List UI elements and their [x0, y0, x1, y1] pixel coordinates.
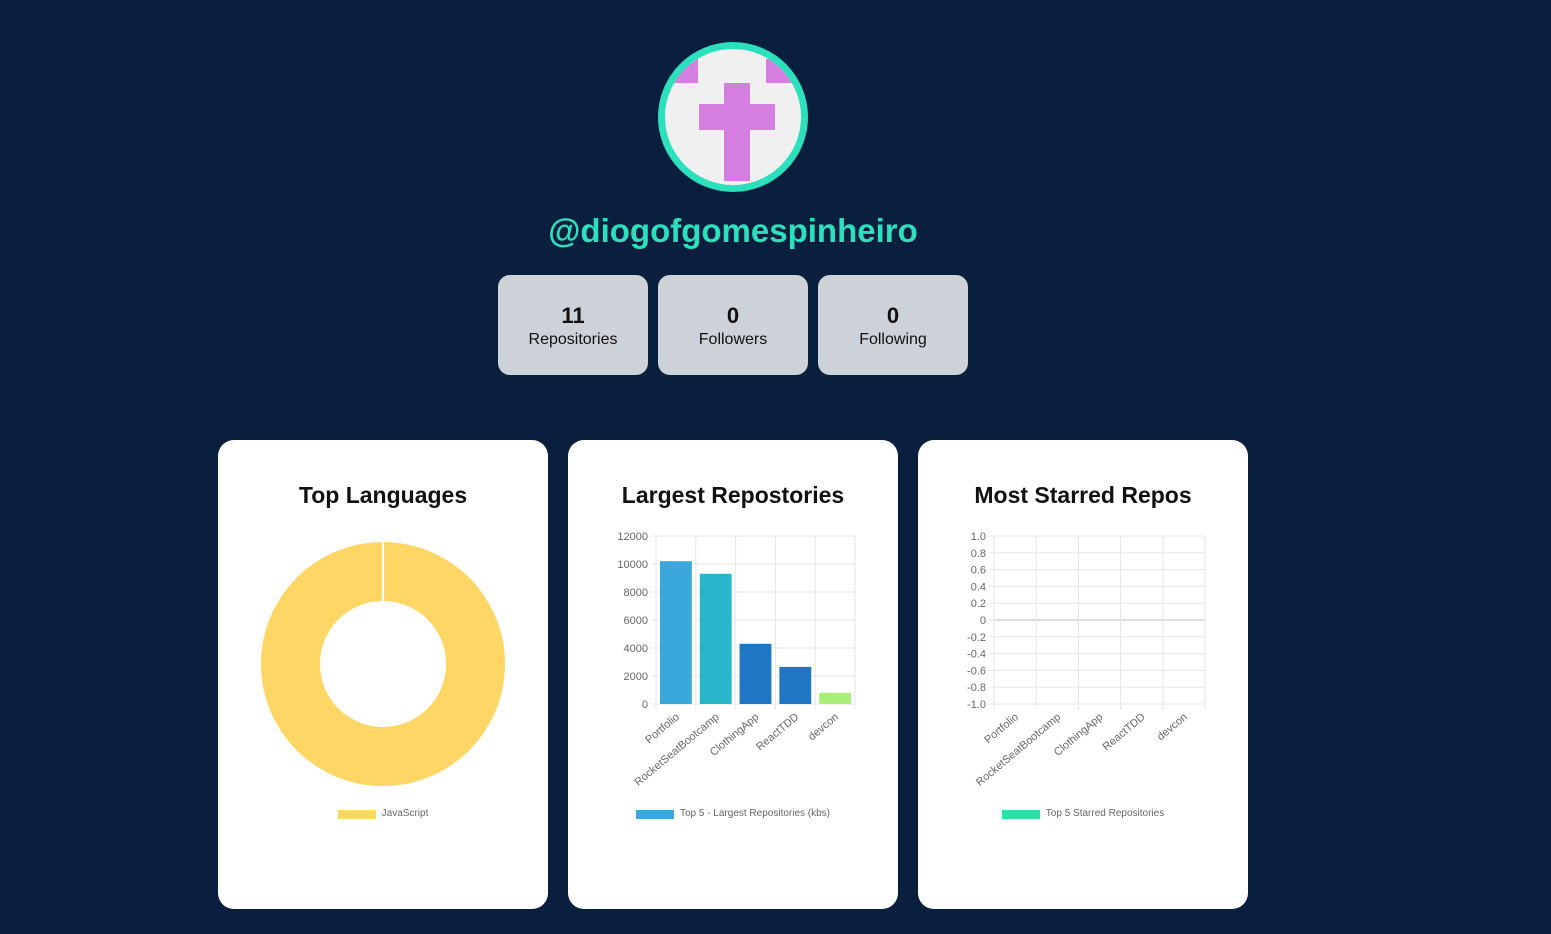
- card-top-languages: Top Languages JavaScript: [218, 440, 548, 909]
- donut-slice: [258, 539, 507, 788]
- avatar-image: [665, 49, 801, 185]
- stat-followers: 0 Followers: [658, 275, 808, 375]
- y-tick-label: 2000: [624, 671, 648, 683]
- y-tick-label: 0: [642, 699, 648, 711]
- bar: [779, 666, 812, 704]
- y-tick-label: -0.8: [967, 682, 986, 694]
- stat-label: Following: [859, 331, 927, 348]
- x-tick-label: RocketSeatBootcamp: [974, 711, 1063, 789]
- legend-swatch: [1001, 809, 1040, 819]
- legend-swatch: [337, 809, 376, 819]
- stat-label: Followers: [698, 331, 768, 348]
- chart-legend[interactable]: Top 5 - Largest Repositories (kbs): [568, 808, 898, 821]
- y-tick-label: 0.2: [971, 598, 986, 610]
- legend-label: JavaScript: [381, 808, 429, 819]
- y-tick-label: 0.4: [971, 581, 986, 593]
- cross-icon: [670, 59, 794, 181]
- y-tick-label: 4000: [624, 643, 648, 655]
- y-tick-label: 6000: [624, 615, 648, 627]
- x-tick-label: devcon: [806, 711, 841, 743]
- x-tick-label: ReactTDD: [1101, 711, 1148, 753]
- legend-swatch: [635, 809, 674, 819]
- y-tick-label: 8000: [624, 587, 648, 599]
- bar: [659, 561, 692, 704]
- donut-chart: [258, 539, 507, 788]
- username: @diogofgomespinheiro: [548, 212, 918, 249]
- avatar[interactable]: [658, 42, 808, 192]
- chart-legend[interactable]: JavaScript: [218, 808, 548, 821]
- stat-value: 0: [886, 303, 900, 328]
- bar-chart-largest: 120001000080006000400020000PortfolioRock…: [617, 531, 856, 789]
- y-tick-label: 0.8: [971, 548, 986, 560]
- bar: [819, 692, 852, 704]
- stat-repositories: 11 Repositories: [498, 275, 648, 375]
- x-tick-label: devcon: [1155, 711, 1190, 743]
- y-tick-label: 10000: [617, 559, 648, 571]
- y-tick-label: 0: [980, 615, 986, 627]
- y-tick-label: -1.0: [967, 699, 986, 711]
- legend-label: Top 5 - Largest Repositories (kbs): [679, 808, 831, 819]
- x-tick-label: Portfolio: [643, 711, 682, 746]
- y-tick-label: -0.2: [967, 632, 986, 644]
- card-largest-repositories: Largest Repostories 12000 10000 8000 6000 40…: [568, 440, 898, 909]
- y-tick-label: -0.6: [967, 665, 986, 677]
- bar: [739, 643, 772, 704]
- y-tick-label: -0.4: [967, 649, 986, 661]
- y-tick-label: 0.6: [971, 565, 986, 577]
- chart-legend[interactable]: Top 5 Starred Repositories: [918, 808, 1248, 821]
- bar: [699, 573, 732, 704]
- x-tick-label: Portfolio: [982, 711, 1021, 746]
- bar-chart-starred: 1.0 0.8 0.6 0.4 0.2 0 -0.2 -0.4 -0.6 -0.8 -1.0Port…: [967, 531, 1206, 789]
- legend-label: Top 5 Starred Repositories: [1045, 808, 1165, 819]
- y-tick-label: 1.0: [971, 531, 986, 543]
- y-tick-label: 12000: [617, 531, 648, 543]
- stat-value: 11: [561, 303, 585, 328]
- x-tick-label: ReactTDD: [754, 711, 801, 753]
- card-most-starred: Most Starred Repos 1.0 0.8 0.6 0.4 0.2 0 -0.2-…: [918, 440, 1248, 909]
- stat-value: 0: [726, 303, 740, 328]
- stat-label: Repositories: [528, 331, 618, 348]
- stat-following: 0 Following: [818, 275, 968, 375]
